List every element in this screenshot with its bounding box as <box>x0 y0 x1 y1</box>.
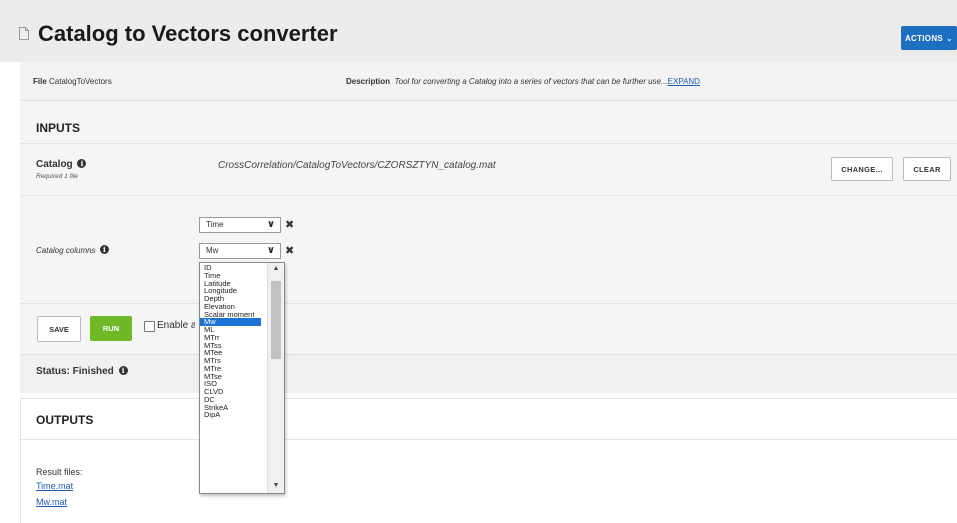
enable-checkbox[interactable] <box>144 321 155 332</box>
info-panel: File CatalogToVectors Description Tool f… <box>20 62 957 100</box>
dropdown-scrollbar[interactable]: ▲ ▼ <box>267 263 284 493</box>
divider <box>20 195 957 196</box>
catalog-hint: Required 1 file <box>36 173 78 180</box>
column-select[interactable]: Mw ∨ <box>199 243 281 259</box>
file-row: File CatalogToVectors <box>33 77 112 86</box>
save-button[interactable]: SAVE <box>37 316 81 342</box>
status-panel <box>20 354 957 393</box>
expand-link[interactable]: EXPAND <box>668 77 700 86</box>
catalog-label-text: Catalog <box>36 159 73 170</box>
status-label: Status: Finished <box>36 366 114 377</box>
column-select-value: Mw <box>206 246 219 255</box>
catalog-columns-label-text: Catalog columns <box>36 246 96 255</box>
change-button[interactable]: CHANGE... <box>831 157 893 181</box>
result-files-label: Result files: <box>36 467 83 477</box>
remove-icon[interactable]: ✖ <box>285 218 294 231</box>
inputs-title: INPUTS <box>36 121 81 135</box>
catalog-file-path: CrossCorrelation/CatalogToVectors/CZORSZ… <box>218 160 496 171</box>
actions-button[interactable]: ACTIONS ⌄ <box>901 26 957 50</box>
info-icon: i <box>99 245 109 254</box>
description-text: Tool for converting a Catalog into a ser… <box>394 77 668 86</box>
enable-label: Enable a <box>157 320 195 331</box>
result-file-link[interactable]: Mw.mat <box>36 497 67 507</box>
chevron-down-icon: ∨ <box>266 245 275 256</box>
scrollbar-thumb[interactable] <box>271 281 281 359</box>
chevron-down-icon: ⌄ <box>946 33 954 43</box>
divider <box>20 143 957 144</box>
clear-button[interactable]: CLEAR <box>903 157 951 181</box>
column-dropdown-list[interactable]: ID Time Latitude Longitude Depth Elevati… <box>199 262 285 494</box>
description-label: Description <box>346 77 391 86</box>
column-select-value: Time <box>206 220 224 229</box>
run-button[interactable]: RUN <box>90 316 132 341</box>
remove-icon[interactable]: ✖ <box>285 244 294 257</box>
file-label: File <box>33 77 47 86</box>
outputs-title: OUTPUTS <box>36 413 94 427</box>
divider <box>20 303 957 304</box>
catalog-columns-label: Catalog columns i <box>36 245 109 255</box>
info-icon: i <box>118 366 128 375</box>
inputs-panel <box>20 100 957 355</box>
page-title: Catalog to Vectors converter <box>38 21 338 46</box>
file-value: CatalogToVectors <box>49 77 112 86</box>
column-select[interactable]: Time ∨ <box>199 217 281 233</box>
result-file-link[interactable]: Time.mat <box>36 481 73 491</box>
description-row: Description Tool for converting a Catalo… <box>346 77 700 86</box>
document-icon <box>19 27 29 40</box>
scroll-up-icon[interactable]: ▲ <box>268 265 284 272</box>
catalog-label: Catalog i <box>36 159 87 170</box>
outputs-panel <box>20 398 957 523</box>
chevron-down-icon: ∨ <box>266 219 275 230</box>
info-icon: i <box>77 159 87 168</box>
scroll-down-icon[interactable]: ▼ <box>268 482 284 489</box>
status-text: Status: Finished i <box>36 366 128 377</box>
actions-label: ACTIONS <box>904 33 944 43</box>
divider <box>20 439 957 440</box>
dropdown-option[interactable]: DipA <box>200 411 261 419</box>
